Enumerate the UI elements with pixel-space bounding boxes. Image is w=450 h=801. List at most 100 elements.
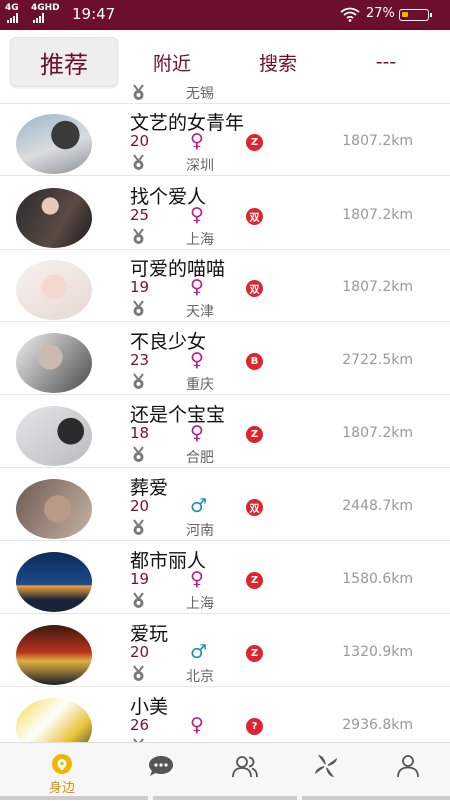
- row-divider: [0, 467, 450, 468]
- user-city: 无锡: [186, 86, 214, 102]
- user-name: 葬爱: [130, 477, 169, 499]
- avatar: [16, 698, 92, 742]
- status-badge: 双: [246, 208, 263, 225]
- medal-icon: [130, 228, 147, 245]
- row-divider: [0, 321, 450, 322]
- user-name: 爱玩: [130, 623, 169, 645]
- list-item-partial[interactable]: 无锡: [0, 83, 450, 103]
- medal-icon: [130, 300, 147, 317]
- medal-icon: [130, 373, 147, 390]
- user-age: 25: [130, 206, 150, 224]
- female-icon: ♀: [190, 568, 204, 590]
- user-age: 20: [130, 132, 150, 150]
- list-item[interactable]: 都市丽人 19 ♀ Z 上海 1580.6km: [0, 542, 450, 614]
- user-name: 文艺的女青年: [130, 112, 245, 134]
- user-age: 20: [130, 497, 150, 515]
- user-distance: 1807.2km: [342, 425, 413, 441]
- user-city: 重庆: [186, 377, 214, 393]
- user-city: 深圳: [186, 158, 214, 174]
- nav-indicator: [0, 796, 148, 800]
- user-name: 小美: [130, 696, 169, 718]
- nav-nearby-label: 身边: [48, 781, 75, 796]
- nav-messages[interactable]: [116, 743, 206, 801]
- user-age: 19: [130, 570, 150, 588]
- user-distance: 1580.6km: [342, 571, 413, 587]
- user-city: 河南: [186, 523, 214, 539]
- tab-recommend[interactable]: 推荐: [10, 37, 118, 87]
- location-pin-icon: [47, 753, 77, 779]
- list-item[interactable]: 还是个宝宝 18 ♀ Z 合肥 1807.2km: [0, 396, 450, 468]
- medal-icon: [130, 446, 147, 463]
- avatar: [16, 552, 92, 612]
- nav-discover[interactable]: [281, 743, 371, 801]
- list-item[interactable]: 可爱的喵喵 19 ♀ 双天津 1807.2km: [0, 250, 450, 322]
- user-age: 26: [130, 716, 150, 734]
- status-bar: 4G 4GHD 19:47 27%: [0, 0, 450, 30]
- people-icon: [230, 753, 260, 779]
- nav-profile[interactable]: [363, 743, 450, 801]
- chat-bubble-icon: [146, 753, 176, 779]
- status-badge: 双: [246, 280, 263, 297]
- medal-icon: [133, 84, 144, 100]
- male-icon: ♂: [190, 641, 208, 663]
- user-age: 23: [130, 351, 150, 369]
- nav-nearby[interactable]: 身边: [17, 743, 107, 801]
- user-distance: 1807.2km: [342, 133, 413, 149]
- row-divider: [0, 540, 450, 541]
- nav-indicator: [153, 796, 297, 800]
- status-badge: Z: [246, 134, 263, 151]
- tab-nearby[interactable]: 附近: [130, 37, 214, 87]
- status-badge: 双: [246, 499, 263, 516]
- medal-icon: [130, 154, 147, 171]
- status-badge: Z: [246, 572, 263, 589]
- avatar: [16, 625, 92, 685]
- list-item[interactable]: 文艺的女青年 20 ♀ Z 深圳 1807.2km: [0, 104, 450, 176]
- user-city: 天津: [186, 304, 214, 320]
- row-divider: [0, 394, 450, 395]
- female-icon: ♀: [190, 714, 204, 736]
- user-distance: 2448.7km: [342, 498, 413, 514]
- avatar: [16, 333, 92, 393]
- status-badge: Z: [246, 426, 263, 443]
- medal-icon: [130, 519, 147, 536]
- wifi-icon: [340, 7, 360, 22]
- nav-friends[interactable]: [200, 743, 290, 801]
- female-icon: ♀: [190, 204, 204, 226]
- user-city: 上海: [186, 232, 214, 248]
- female-icon: ♀: [190, 422, 204, 444]
- user-name: 可爱的喵喵: [130, 258, 226, 280]
- list-item[interactable]: 不良少女 23 ♀ B 重庆 2722.5km: [0, 323, 450, 395]
- user-name: 还是个宝宝: [130, 404, 226, 426]
- tab-more[interactable]: ---: [344, 37, 428, 87]
- tab-search[interactable]: 搜索: [236, 37, 320, 87]
- list-item[interactable]: 小美 26 ♀? 2936.8km: [0, 688, 450, 742]
- medal-icon: [130, 592, 147, 609]
- clock: 19:47: [72, 5, 116, 23]
- avatar: [16, 479, 92, 539]
- row-divider: [0, 175, 450, 176]
- status-badge: ?: [246, 718, 263, 735]
- user-distance: 1807.2km: [342, 279, 413, 295]
- user-age: 20: [130, 643, 150, 661]
- female-icon: ♀: [190, 130, 204, 152]
- list-item[interactable]: 找个爱人 25 ♀ 双上海 1807.2km: [0, 178, 450, 250]
- avatar: [16, 188, 92, 248]
- user-age: 19: [130, 278, 150, 296]
- profile-icon: [393, 753, 423, 779]
- pinwheel-icon: [311, 753, 341, 779]
- user-city: 北京: [186, 669, 214, 685]
- male-icon: ♂: [190, 495, 208, 517]
- user-distance: 2936.8km: [342, 717, 413, 733]
- row-divider: [0, 613, 450, 614]
- list-item[interactable]: 爱玩 20 ♂ Z 北京 1320.9km: [0, 615, 450, 687]
- bottom-nav: 身边: [0, 742, 450, 800]
- avatar: [16, 114, 92, 174]
- user-distance: 2722.5km: [342, 352, 413, 368]
- female-icon: ♀: [190, 349, 204, 371]
- signal-strength-icon-2: [33, 11, 44, 23]
- signal-strength-icon: [7, 11, 18, 23]
- avatar: [16, 406, 92, 466]
- user-distance: 1807.2km: [342, 207, 413, 223]
- list-item[interactable]: 葬爱 20 ♂ 双河南 2448.7km: [0, 469, 450, 541]
- user-distance: 1320.9km: [342, 644, 413, 660]
